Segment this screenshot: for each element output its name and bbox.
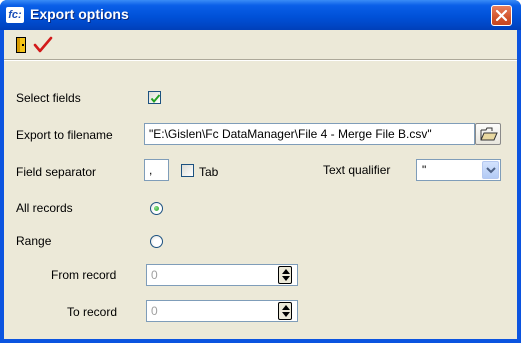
- tab-label: Tab: [199, 165, 219, 179]
- to-record-input[interactable]: 0: [146, 300, 298, 322]
- close-button[interactable]: [491, 5, 512, 26]
- toolbar: [4, 30, 517, 60]
- chevron-down-icon: [486, 167, 496, 174]
- text-qualifier-value: ": [422, 163, 427, 177]
- open-folder-icon: [480, 127, 498, 141]
- dropdown-arrow[interactable]: [482, 161, 499, 179]
- exit-door-icon: [16, 37, 26, 53]
- dialog-body: Select fields Export to filename "E:\Gis…: [4, 30, 517, 343]
- all-records-radio[interactable]: [150, 202, 163, 215]
- toolbar-divider: [4, 60, 517, 61]
- field-separator-input[interactable]: ,: [144, 159, 169, 181]
- close-icon: [495, 9, 508, 22]
- window-title: Export options: [30, 6, 129, 22]
- window-bottom-border: [4, 339, 517, 343]
- text-qualifier-label: Text qualifier: [323, 163, 391, 177]
- from-record-spinner[interactable]: [278, 266, 292, 284]
- all-records-label: All records: [16, 201, 73, 215]
- select-fields-label: Select fields: [16, 91, 81, 105]
- exit-button[interactable]: [10, 34, 32, 56]
- spinner-arrows-icon: [282, 305, 290, 317]
- to-record-spinner[interactable]: [278, 302, 292, 320]
- field-separator-label: Field separator: [16, 165, 97, 179]
- title-bar[interactable]: fc: Export options: [0, 0, 521, 30]
- export-filename-label: Export to filename: [16, 128, 113, 142]
- export-options-window: fc: Export options Select fields Export …: [0, 0, 521, 343]
- from-record-label: From record: [51, 268, 117, 282]
- export-filename-input[interactable]: "E:\Gislen\Fc DataManager\File 4 - Merge…: [144, 123, 475, 145]
- tab-checkbox[interactable]: [181, 164, 194, 177]
- to-record-label: To record: [67, 305, 118, 319]
- range-radio[interactable]: [150, 235, 163, 248]
- checkmark-icon: [33, 36, 53, 53]
- range-label: Range: [16, 234, 52, 248]
- from-record-input[interactable]: 0: [146, 264, 298, 286]
- app-logo-icon: fc:: [6, 7, 24, 23]
- select-fields-checkbox[interactable]: [148, 91, 161, 104]
- text-qualifier-select[interactable]: ": [416, 159, 501, 181]
- radio-selected-dot: [154, 206, 159, 211]
- check-icon: [150, 94, 161, 104]
- ok-button[interactable]: [32, 34, 54, 56]
- browse-button[interactable]: [475, 123, 501, 145]
- spinner-arrows-icon: [282, 269, 290, 281]
